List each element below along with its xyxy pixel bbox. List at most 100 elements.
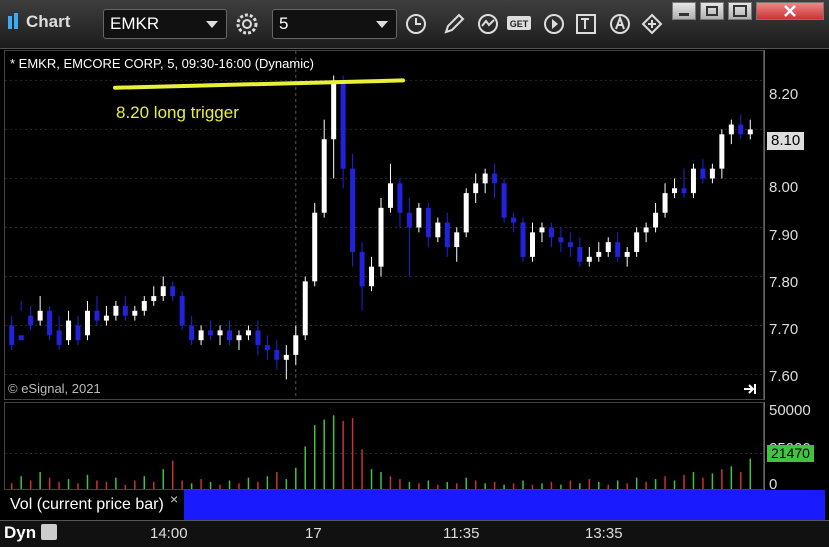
candle xyxy=(738,114,744,140)
candle xyxy=(520,217,526,262)
candle xyxy=(406,198,412,277)
symbol-dropdown[interactable]: EMKR xyxy=(103,9,227,39)
candle xyxy=(350,153,356,267)
candle xyxy=(331,75,337,179)
dyn-mode-label: Dyn xyxy=(4,523,37,542)
price-axis[interactable]: 8.20 8.10 8.00 7.90 7.80 7.70 7.60 xyxy=(764,50,829,400)
candle xyxy=(435,217,441,243)
clock-icon[interactable] xyxy=(402,10,430,38)
lock-icon xyxy=(40,524,57,540)
candle xyxy=(170,281,176,301)
interval-dropdown[interactable]: 5 xyxy=(272,9,397,39)
time-label: 11:35 xyxy=(443,525,480,542)
play-icon[interactable] xyxy=(540,10,568,38)
candle xyxy=(18,300,24,341)
candle xyxy=(615,232,621,262)
volume-axis[interactable]: 50000 25000 0 21470 xyxy=(764,402,829,493)
candle xyxy=(302,276,308,341)
svg-text:GET: GET xyxy=(510,19,529,29)
chevron-down-icon xyxy=(376,21,388,28)
candle xyxy=(217,325,223,346)
candle xyxy=(681,168,687,199)
candle xyxy=(198,325,204,346)
settings-gear-icon[interactable] xyxy=(233,10,261,38)
candle xyxy=(321,119,327,218)
candle xyxy=(75,315,81,346)
study-icon[interactable] xyxy=(474,10,502,38)
toolbar: Chart EMKR 5 GET xyxy=(0,0,829,49)
trigger-annotation: 8.20 long trigger xyxy=(116,103,239,122)
candle xyxy=(132,305,138,321)
candle xyxy=(492,163,498,199)
chart-icon xyxy=(8,13,22,34)
candle xyxy=(378,198,384,277)
minimize-button[interactable] xyxy=(672,2,696,20)
pencil-icon[interactable] xyxy=(440,10,468,38)
candle xyxy=(47,305,53,341)
time-label: 14:00 xyxy=(150,525,188,542)
candle xyxy=(274,340,280,370)
candle xyxy=(208,320,214,341)
candle xyxy=(558,227,564,252)
candle xyxy=(700,158,706,184)
alert-icon[interactable] xyxy=(606,10,634,38)
restore-button[interactable] xyxy=(700,2,724,20)
price-tick: 7.80 xyxy=(769,274,799,291)
candle xyxy=(28,305,34,331)
candle xyxy=(84,300,90,341)
candle xyxy=(9,315,15,350)
price-tick: 7.90 xyxy=(769,227,799,244)
candle xyxy=(634,227,640,257)
candle xyxy=(501,178,507,223)
text-tool-icon[interactable] xyxy=(572,10,600,38)
candle xyxy=(653,202,659,233)
candle xyxy=(444,212,450,257)
app-logo: Chart xyxy=(8,12,70,34)
candle xyxy=(624,247,630,267)
candle xyxy=(605,237,611,257)
volume-chart xyxy=(5,415,763,489)
candle xyxy=(728,119,734,145)
candle xyxy=(397,178,403,228)
candle xyxy=(425,202,431,248)
candle xyxy=(151,286,157,306)
price-tick: 7.60 xyxy=(769,368,799,385)
cursor-icon[interactable] xyxy=(638,10,666,38)
candle xyxy=(719,129,725,179)
close-study-icon[interactable]: × xyxy=(170,491,178,507)
candle xyxy=(747,119,753,140)
candle xyxy=(56,315,62,350)
candle xyxy=(548,222,554,248)
candle xyxy=(709,163,715,184)
candle xyxy=(160,276,166,301)
candle xyxy=(643,222,649,243)
candle xyxy=(312,202,318,287)
candle xyxy=(463,188,469,238)
candle xyxy=(179,291,185,331)
volume-chart-area[interactable] xyxy=(4,402,764,490)
trigger-line[interactable] xyxy=(113,78,405,90)
candle xyxy=(94,296,100,326)
time-label: 13:35 xyxy=(585,525,623,542)
get-icon[interactable]: GET xyxy=(506,10,534,38)
candle xyxy=(596,242,602,262)
maximize-button[interactable] xyxy=(728,2,752,20)
candle xyxy=(103,305,109,326)
close-button[interactable] xyxy=(756,2,824,20)
candle xyxy=(236,330,242,350)
candle xyxy=(369,256,375,292)
candle xyxy=(662,183,668,218)
candle xyxy=(586,247,592,267)
candle xyxy=(283,345,289,380)
candle xyxy=(245,325,251,341)
candle xyxy=(511,212,517,233)
candle xyxy=(189,315,195,346)
volume-study-label[interactable]: Vol (current price bar) xyxy=(4,490,182,520)
candle xyxy=(482,168,488,194)
dyn-mode-button[interactable]: Dyn xyxy=(4,523,57,543)
symbol-value: EMKR xyxy=(110,14,160,33)
volume-tick: 50000 xyxy=(769,402,811,419)
scroll-to-end-icon[interactable] xyxy=(742,381,758,401)
time-axis[interactable]: Dyn 14:00 17 11:35 13:35 xyxy=(0,520,829,547)
candle xyxy=(672,178,678,199)
